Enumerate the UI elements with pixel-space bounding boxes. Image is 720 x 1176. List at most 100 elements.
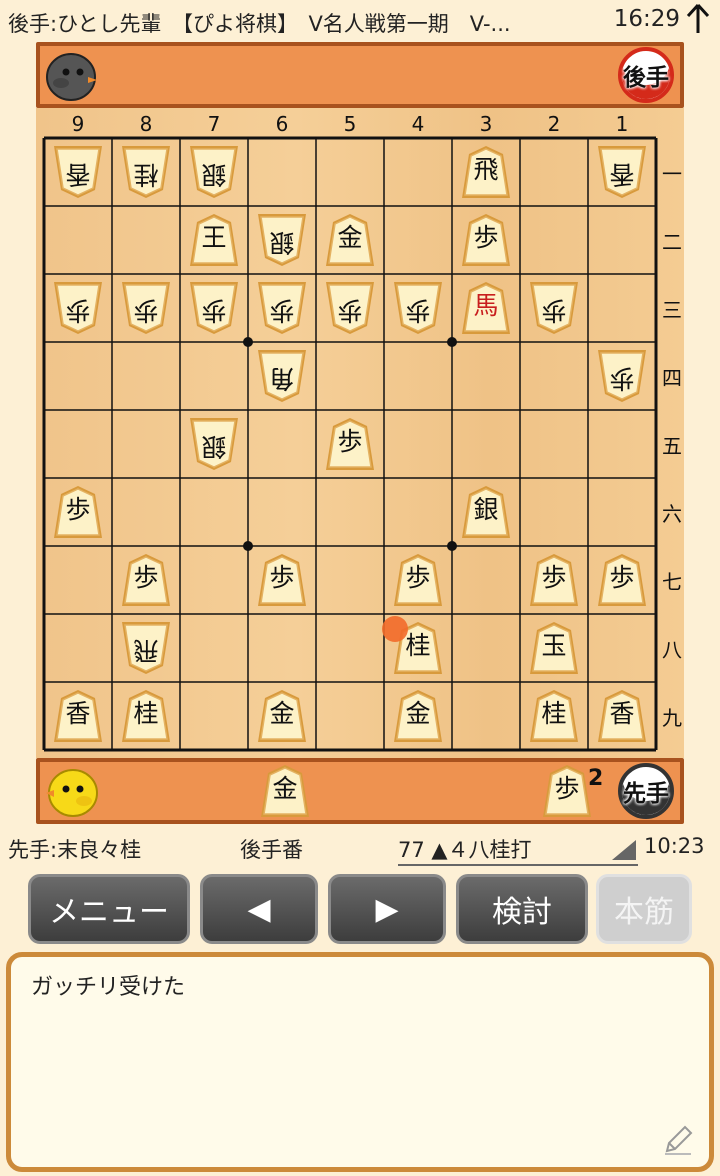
shogi-piece[interactable]: 歩 xyxy=(49,483,107,541)
shogi-piece[interactable]: 歩 xyxy=(321,415,379,473)
piece-glyph: 飛 xyxy=(133,636,159,665)
analyze-button[interactable]: 検討 xyxy=(456,874,588,944)
rank-label: 九 xyxy=(662,706,682,730)
shogi-piece[interactable]: 歩 xyxy=(457,211,515,269)
shogi-piece[interactable]: 香 xyxy=(49,687,107,745)
shogi-piece[interactable]: 香 xyxy=(49,143,107,201)
shogi-piece[interactable]: 桂 xyxy=(525,687,583,745)
mainline-button[interactable]: 本筋 xyxy=(596,874,692,944)
shogi-board[interactable]: 987654321一二三四五六七八九 香桂銀飛香王銀金歩歩歩歩歩歩歩馬歩角歩銀歩… xyxy=(36,108,684,758)
shogi-piece[interactable]: 歩 xyxy=(593,551,651,609)
star-point xyxy=(243,337,253,347)
gote-player-bar: 後手 xyxy=(36,42,684,108)
move-record-dropdown[interactable]: 77 ▲４八桂打 xyxy=(398,834,638,866)
piece-glyph: 王 xyxy=(201,223,227,252)
piece-glyph: 角 xyxy=(269,364,295,393)
game-info-line: 先手:末良々桂 後手番 77 ▲４八桂打 10:23 xyxy=(0,828,720,868)
piece-glyph: 香 xyxy=(609,699,635,728)
shogi-piece[interactable]: 歩 xyxy=(321,279,379,337)
shogi-piece[interactable]: 香 xyxy=(593,687,651,745)
shogi-piece[interactable]: 歩 xyxy=(525,551,583,609)
prev-move-button[interactable]: ◀ xyxy=(200,874,318,944)
piece-glyph: 歩 xyxy=(201,296,227,325)
next-move-button[interactable]: ▶ xyxy=(328,874,446,944)
piece-glyph: 馬 xyxy=(473,291,499,320)
status-bar: 後手:ひとし先輩 【ぴよ将棋】 V名人戦第一期 V-... 16:29 xyxy=(0,0,720,42)
piece-glyph: 玉 xyxy=(541,631,567,660)
shogi-piece[interactable]: 角 xyxy=(253,347,311,405)
piece-glyph: 金 xyxy=(405,699,431,728)
shogi-piece[interactable]: 金 xyxy=(321,211,379,269)
hand-count: 2 xyxy=(588,766,604,791)
shogi-piece[interactable]: 銀 xyxy=(185,143,243,201)
shogi-piece[interactable]: 玉 xyxy=(525,619,583,677)
shogi-piece[interactable]: 歩 xyxy=(117,551,175,609)
piece-glyph: 歩 xyxy=(133,563,159,592)
file-label: 8 xyxy=(139,112,153,136)
status-title: 後手:ひとし先輩 【ぴよ将棋】 V名人戦第一期 V-... xyxy=(8,12,511,36)
sente-player-bar: 金歩2 先手 xyxy=(36,758,684,824)
piece-glyph: 歩 xyxy=(269,563,295,592)
shogi-piece[interactable]: 金 xyxy=(253,687,311,745)
piece-glyph: 香 xyxy=(609,160,635,189)
shogi-piece[interactable]: 銀 xyxy=(185,415,243,473)
comment-box[interactable]: ガッチリ受けた xyxy=(6,952,714,1172)
piece-glyph: 歩 xyxy=(65,296,91,325)
star-point xyxy=(447,541,457,551)
last-move-marker xyxy=(382,616,408,642)
arrow-up-icon xyxy=(686,3,710,33)
shogi-piece[interactable]: 王 xyxy=(185,211,243,269)
rank-label: 三 xyxy=(662,298,682,322)
game-clock: 10:23 xyxy=(644,834,705,858)
piece-glyph: 歩 xyxy=(405,296,431,325)
sente-player-name: 先手:末良々桂 xyxy=(8,838,142,862)
piece-glyph: 歩 xyxy=(609,563,635,592)
shogi-piece[interactable]: 飛 xyxy=(117,619,175,677)
rank-label: 六 xyxy=(662,502,682,526)
shogi-piece[interactable]: 歩 xyxy=(185,279,243,337)
rank-label: 七 xyxy=(662,570,682,594)
piece-glyph: 歩 xyxy=(541,296,567,325)
piece-glyph: 歩 xyxy=(337,427,363,456)
yellow-chick-icon xyxy=(46,769,98,817)
piece-glyph: 金 xyxy=(269,699,295,728)
piece-glyph: 歩 xyxy=(609,364,635,393)
shogi-piece[interactable]: 香 xyxy=(593,143,651,201)
shogi-piece[interactable]: 馬 xyxy=(457,279,515,337)
shogi-piece[interactable]: 桂 xyxy=(117,687,175,745)
hand-piece[interactable]: 金 xyxy=(256,762,314,820)
star-point xyxy=(243,541,253,551)
shogi-piece[interactable]: 銀 xyxy=(457,483,515,541)
piece-glyph: 銀 xyxy=(201,432,227,461)
rank-label: 一 xyxy=(662,162,682,186)
gray-bird-icon xyxy=(46,53,97,101)
file-label: 9 xyxy=(71,112,85,136)
file-label: 7 xyxy=(207,112,221,136)
piece-glyph: 金 xyxy=(337,223,363,252)
star-point xyxy=(447,337,457,347)
rank-label: 二 xyxy=(662,230,682,254)
piece-glyph: 飛 xyxy=(473,155,499,184)
menu-button[interactable]: メニュー xyxy=(28,874,190,944)
shogi-piece[interactable]: 桂 xyxy=(117,143,175,201)
shogi-piece[interactable]: 歩 xyxy=(49,279,107,337)
shogi-piece[interactable]: 歩 xyxy=(525,279,583,337)
shogi-piece[interactable]: 飛 xyxy=(457,143,515,201)
shogi-piece[interactable]: 歩 xyxy=(593,347,651,405)
piece-glyph: 金 xyxy=(272,774,298,803)
shogi-piece[interactable]: 銀 xyxy=(253,211,311,269)
piece-glyph: 銀 xyxy=(201,160,227,189)
shogi-piece[interactable]: 歩 xyxy=(117,279,175,337)
piece-glyph: 桂 xyxy=(133,699,159,728)
sente-label: 先手 xyxy=(623,781,669,807)
shogi-piece[interactable]: 歩 xyxy=(389,279,447,337)
shogi-piece[interactable]: 歩 xyxy=(253,279,311,337)
piece-glyph: 香 xyxy=(65,699,91,728)
shogi-piece[interactable]: 歩 xyxy=(253,551,311,609)
shogi-piece[interactable]: 歩 xyxy=(389,551,447,609)
shogi-piece[interactable]: 金 xyxy=(389,687,447,745)
pencil-icon[interactable] xyxy=(661,1123,695,1157)
piece-glyph: 歩 xyxy=(473,223,499,252)
piece-glyph: 香 xyxy=(65,160,91,189)
piece-glyph: 歩 xyxy=(541,563,567,592)
